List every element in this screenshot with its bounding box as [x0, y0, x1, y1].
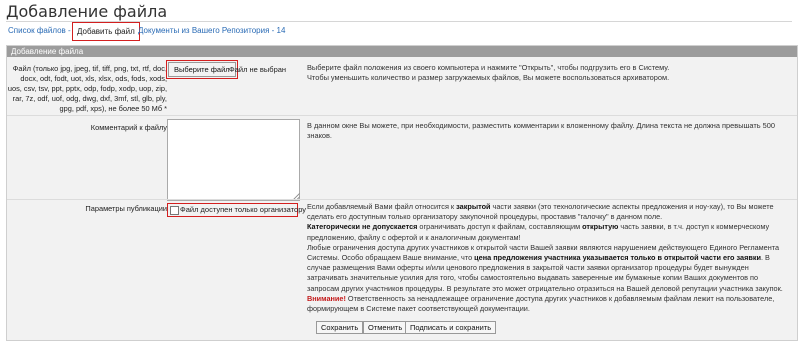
publication-help-paragraph-3: Любые ограничения доступа других участни… [307, 242, 783, 293]
publication-help-text: Если добавляемый Вами файл относится к з… [307, 202, 792, 314]
section-header: Добавление файла [7, 46, 797, 57]
row-divider [7, 115, 797, 116]
form-actions: Сохранить Отменить Подписать и сохранить [7, 317, 797, 339]
publication-params-label: Параметры публикации [85, 204, 167, 213]
page-title: Добавление файла [6, 2, 168, 21]
save-button[interactable]: Сохранить [316, 321, 364, 334]
file-help-line-2: Чтобы уменьшить количество и размер загр… [307, 73, 670, 82]
attention-label: Внимание! [307, 293, 346, 303]
comment-help-text: В данном окне Вы можете, при необходимос… [307, 121, 775, 140]
publication-help-paragraph-1: Если добавляемый Вами файл относится к з… [307, 202, 774, 222]
organizer-only-checkbox[interactable] [170, 206, 179, 215]
organizer-only-label: Файл доступен только организатору [180, 205, 307, 214]
tab-file-list[interactable]: Список файлов - 0 [8, 25, 77, 36]
comment-field-label: Комментарий к файлу [90, 123, 167, 132]
choose-file-button[interactable]: Выберите файл [166, 60, 238, 79]
sign-and-save-button[interactable]: Подписать и сохранить [405, 321, 497, 334]
publication-help-paragraph-2: Категорически не допускается ограничиват… [307, 222, 770, 242]
file-help-line-1: Выберите файл положения из своего компью… [307, 63, 670, 72]
publication-help-paragraph-4: Внимание! Ответственность за ненадлежаще… [307, 293, 775, 314]
add-file-form: Добавление файла Файл (только jpg, jpeg,… [6, 45, 798, 341]
file-help-text: Выберите файл положения из своего компью… [307, 63, 787, 83]
row-divider [7, 199, 797, 200]
file-field-label: Файл (только jpg, jpeg, tif, tiff, png, … [7, 64, 167, 113]
organizer-only-option[interactable]: Файл доступен только организатору [167, 203, 306, 217]
comment-textarea[interactable] [167, 119, 300, 201]
tab-add-file[interactable]: Добавить файл [72, 22, 140, 41]
cancel-button[interactable]: Отменить [363, 321, 408, 334]
tab-repository-docs[interactable]: Документы из Вашего Репозитория - 14 [138, 25, 285, 36]
no-file-selected-text: Файл не выбран [229, 65, 287, 74]
